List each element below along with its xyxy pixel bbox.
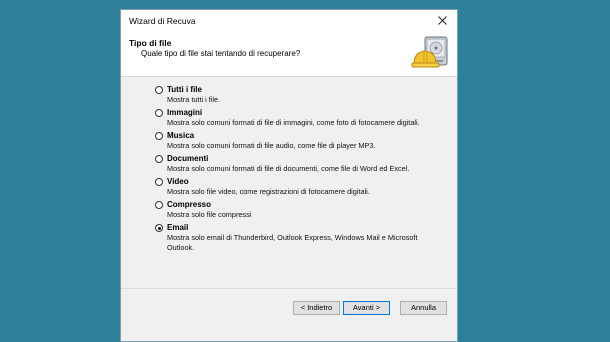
option-label: Tutti i file (167, 85, 202, 94)
page-subtitle: Quale tipo di file stai tentando di recu… (141, 49, 301, 58)
option-description: Mostra solo comuni formati di file di do… (167, 164, 410, 173)
option-immagini[interactable]: Immagini Mostra solo comuni formati di f… (155, 108, 445, 128)
option-tutti-i-file[interactable]: Tutti i file Mostra tutti i file. (155, 85, 445, 105)
radio-email[interactable] (155, 224, 163, 232)
option-musica[interactable]: Musica Mostra solo comuni formati di fil… (155, 131, 445, 151)
option-compresso[interactable]: Compresso Mostra solo file compressi (155, 200, 445, 220)
radio-documenti[interactable] (155, 155, 163, 163)
footer-divider (121, 288, 457, 289)
option-description: Mostra solo file video, come registrazio… (167, 187, 370, 196)
option-label: Email (167, 223, 189, 232)
radio-tutti-i-file[interactable] (155, 86, 163, 94)
radio-video[interactable] (155, 178, 163, 186)
option-video[interactable]: Video Mostra solo file video, come regis… (155, 177, 445, 197)
option-description: Mostra solo comuni formati di file di im… (167, 118, 420, 127)
back-button[interactable]: < Indietro (293, 301, 340, 315)
next-button[interactable]: Avanti > (343, 301, 390, 315)
recuva-wizard-window: Wizard di Recuva Tipo di file Quale tipo… (120, 9, 458, 342)
option-description: Mostra solo file compressi (167, 210, 252, 219)
cancel-button[interactable]: Annulla (400, 301, 447, 315)
radio-compresso[interactable] (155, 201, 163, 209)
page-title: Tipo di file (129, 38, 172, 48)
option-label: Video (167, 177, 189, 186)
option-description: Mostra tutti i file. (167, 95, 221, 104)
window-title: Wizard di Recuva (129, 16, 196, 26)
close-icon (437, 16, 447, 25)
wizard-header: Tipo di file Quale tipo di file stai ten… (121, 32, 457, 77)
recuva-logo-icon (411, 36, 448, 68)
file-type-options: Tutti i file Mostra tutti i file. Immagi… (155, 85, 445, 256)
option-description: Mostra solo comuni formati di file audio… (167, 141, 376, 150)
option-email[interactable]: Email Mostra solo email di Thunderbird, … (155, 223, 445, 252)
close-button[interactable] (431, 12, 453, 30)
option-label: Immagini (167, 108, 203, 117)
radio-musica[interactable] (155, 132, 163, 140)
option-label: Compresso (167, 200, 212, 209)
option-label: Documenti (167, 154, 209, 163)
option-documenti[interactable]: Documenti Mostra solo comuni formati di … (155, 154, 445, 174)
radio-immagini[interactable] (155, 109, 163, 117)
title-bar: Wizard di Recuva (121, 10, 457, 32)
option-label: Musica (167, 131, 195, 140)
option-description: Mostra solo email di Thunderbird, Outloo… (167, 233, 418, 252)
